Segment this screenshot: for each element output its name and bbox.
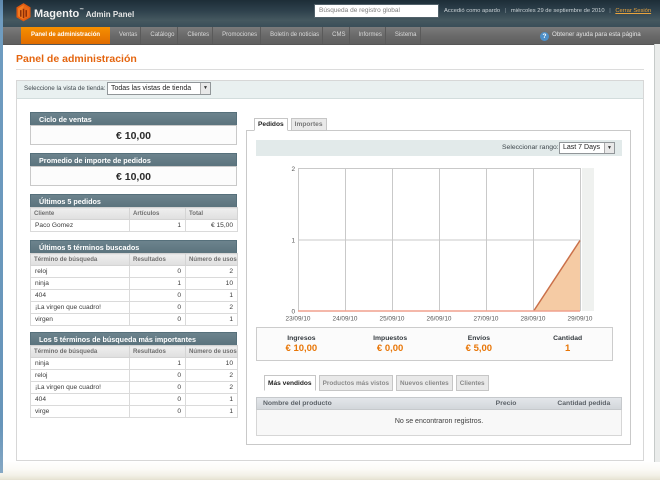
svg-text:0: 0 (291, 309, 295, 316)
svg-text:28/09/10: 28/09/10 (521, 316, 546, 323)
svg-text:25/09/10: 25/09/10 (380, 316, 405, 323)
svg-text:26/09/10: 26/09/10 (427, 316, 452, 323)
svg-text:29/09/10: 29/09/10 (568, 316, 593, 323)
svg-text:24/09/10: 24/09/10 (333, 316, 358, 323)
svg-text:2: 2 (291, 166, 295, 173)
svg-text:1: 1 (291, 238, 295, 245)
svg-text:27/09/10: 27/09/10 (474, 316, 499, 323)
svg-text:23/09/10: 23/09/10 (286, 316, 311, 323)
